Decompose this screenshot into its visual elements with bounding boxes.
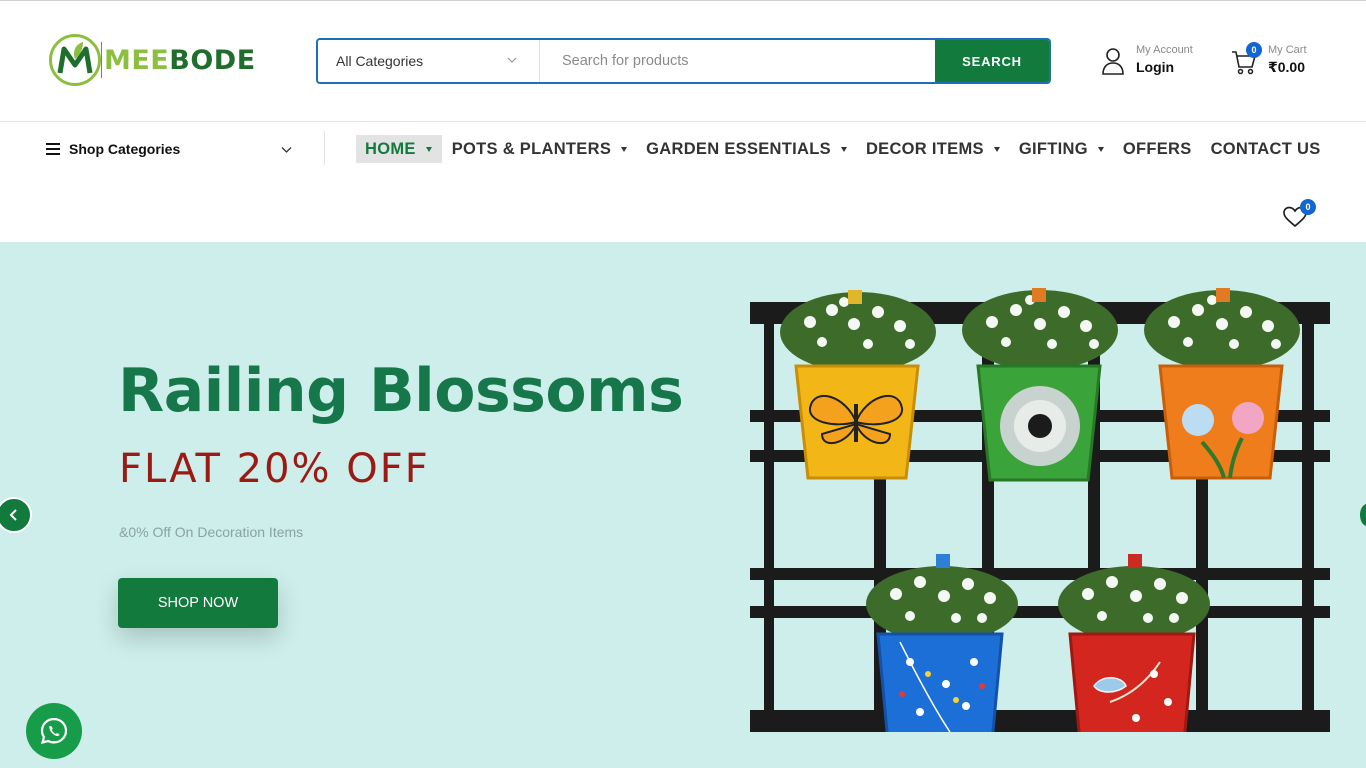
nav-item-label: HOME [365, 139, 416, 158]
caret-down-icon [840, 146, 847, 152]
menu-bars-icon [46, 143, 60, 155]
cart-link[interactable]: 0 My Cart ₹0.00 [1230, 41, 1307, 77]
slider-next-button[interactable] [1360, 504, 1366, 526]
search-button[interactable]: SEARCH [935, 40, 1049, 82]
nav-item-contact-us[interactable]: CONTACT US [1211, 135, 1321, 163]
hero-banner: Railing Blossoms FLAT 20% OFF &0% Off On… [0, 242, 1366, 768]
railing-planters-image [750, 288, 1330, 732]
nav-item-label: CONTACT US [1210, 139, 1321, 158]
whatsapp-icon [40, 717, 68, 745]
nav-item-home[interactable]: HOME [356, 135, 442, 163]
logo-wordmark: MEEBODE [104, 44, 256, 76]
cart-icon-wrap: 0 [1230, 41, 1262, 76]
site-header: MEEBODE All Categories SEARCH My Account… [0, 0, 1366, 122]
account-small-label: My Account [1136, 44, 1193, 56]
nav-item-decor-items[interactable]: DECOR ITEMS [866, 135, 1000, 163]
hero-note: &0% Off On Decoration Items [119, 524, 304, 540]
slider-prev-button[interactable] [0, 497, 32, 533]
nav-item-label: DECOR ITEMS [865, 139, 984, 158]
caret-down-icon [1097, 146, 1104, 152]
logo-leaf-m-icon [49, 34, 102, 86]
search-input[interactable] [540, 40, 935, 82]
caret-down-icon [621, 146, 628, 152]
cart-amount: ₹0.00 [1268, 59, 1305, 75]
shop-categories-toggle[interactable]: Shop Categories [46, 138, 296, 160]
wishlist-count-badge: 0 [1300, 199, 1316, 215]
nav-item-pots-planters[interactable]: POTS & PLANTERS [451, 135, 628, 163]
nav-item-garden-essentials[interactable]: GARDEN ESSENTIALS [646, 135, 847, 163]
nav-item-offers[interactable]: OFFERS [1123, 135, 1192, 163]
chevron-down-icon [281, 147, 292, 153]
hero-title: Railing Blossoms [118, 356, 684, 426]
hero-offer: FLAT 20% OFF [119, 446, 430, 492]
user-icon [1102, 47, 1124, 75]
search-bar: All Categories SEARCH [316, 38, 1051, 84]
cart-count-badge: 0 [1246, 41, 1262, 58]
cart-small-label: My Cart [1268, 44, 1307, 56]
chevron-left-icon [9, 509, 17, 521]
nav-item-gifting[interactable]: GIFTING [1019, 135, 1104, 163]
chevron-down-icon [507, 57, 517, 63]
login-label: Login [1136, 59, 1175, 75]
main-menu: HOME POTS & PLANTERS GARDEN ESSENTIALS D… [356, 135, 1321, 163]
account-link[interactable]: My Account Login [1100, 44, 1193, 77]
main-nav: Shop Categories HOME POTS & PLANTERS GAR… [0, 123, 1366, 242]
caret-down-icon [425, 146, 432, 152]
whatsapp-chat-button[interactable] [26, 703, 82, 759]
category-select[interactable]: All Categories [318, 40, 540, 82]
logo-text: MEEBODE [104, 45, 256, 76]
site-logo[interactable]: MEEBODE [48, 33, 256, 87]
shop-categories-label: Shop Categories [69, 141, 181, 157]
category-select-value: All Categories [336, 53, 424, 69]
nav-item-label: GIFTING [1018, 139, 1088, 158]
wishlist-link[interactable]: 0 [1282, 199, 1316, 229]
nav-divider [324, 131, 325, 165]
nav-item-label: OFFERS [1122, 139, 1192, 158]
nav-item-label: POTS & PLANTERS [451, 139, 612, 158]
caret-down-icon [993, 146, 1000, 152]
nav-item-label: GARDEN ESSENTIALS [646, 139, 831, 158]
shop-now-button[interactable]: SHOP NOW [118, 578, 278, 628]
